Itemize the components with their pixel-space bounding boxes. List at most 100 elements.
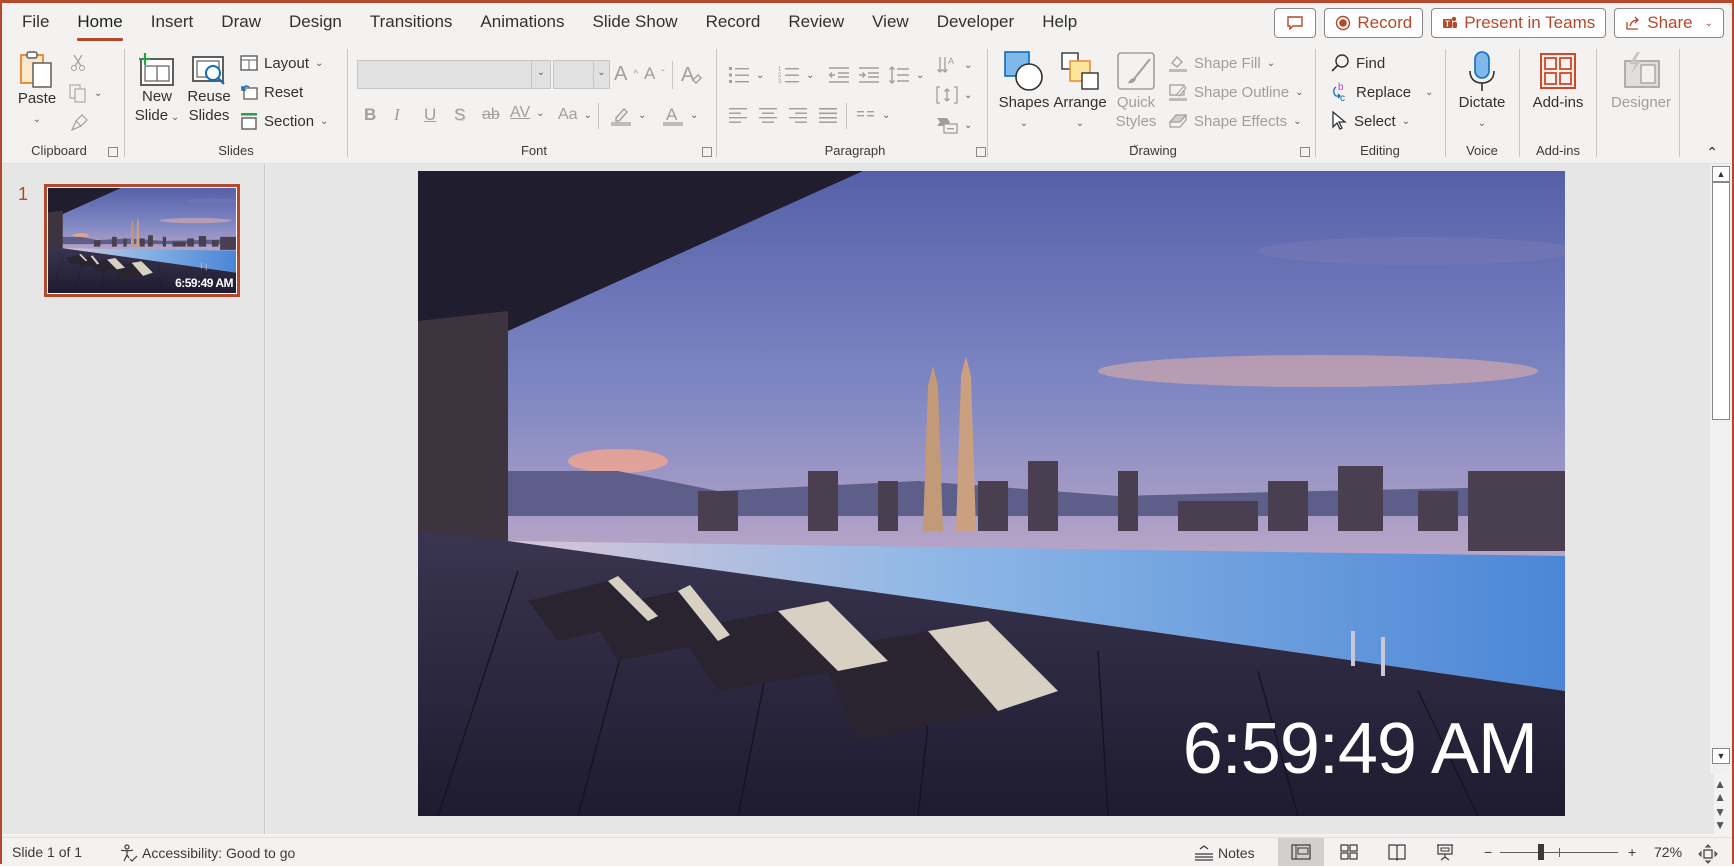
normal-view-button[interactable] bbox=[1278, 838, 1324, 866]
slide-thumbnail[interactable]: 6:59:49 AM bbox=[44, 184, 240, 297]
collapse-ribbon-button[interactable]: ⌃ bbox=[1706, 144, 1718, 161]
bold-button[interactable]: B bbox=[364, 103, 376, 127]
tab-developer[interactable]: Developer bbox=[923, 3, 1029, 43]
new-slide-button[interactable]: New Slide ⌄ bbox=[134, 53, 180, 127]
tab-record[interactable]: Record bbox=[692, 3, 775, 43]
italic-button[interactable]: I bbox=[394, 103, 400, 127]
vertical-scrollbar[interactable]: ▲ ▼ bbox=[1710, 164, 1730, 774]
scroll-up-button[interactable]: ▲ bbox=[1712, 166, 1730, 182]
fit-slide-button[interactable] bbox=[1698, 844, 1718, 864]
zoom-out-button[interactable]: − bbox=[1484, 844, 1492, 860]
designer-button[interactable]: Designer bbox=[1604, 49, 1678, 112]
highlight-color-button[interactable]: ⌄ bbox=[610, 103, 646, 127]
tab-view[interactable]: View bbox=[858, 3, 923, 43]
zoom-level[interactable]: 72% bbox=[1654, 844, 1682, 860]
dictate-button[interactable]: Dictate ⌄ bbox=[1453, 49, 1511, 133]
character-spacing-button[interactable]: AV ⌄ bbox=[510, 101, 545, 125]
find-button[interactable]: Find bbox=[1330, 51, 1385, 75]
convert-to-smartart-button[interactable]: ⌄ bbox=[936, 113, 972, 137]
tab-draw[interactable]: Draw bbox=[207, 3, 275, 43]
tab-help[interactable]: Help bbox=[1028, 3, 1091, 43]
tab-home[interactable]: Home bbox=[63, 3, 136, 43]
decrease-font-size-button[interactable]: Aˇ bbox=[644, 62, 665, 86]
next-slide-icon[interactable]: ▼ ▼ bbox=[1714, 806, 1726, 832]
scroll-down-button[interactable]: ▼ bbox=[1712, 748, 1730, 764]
align-center-button[interactable] bbox=[758, 103, 778, 127]
columns-button[interactable]: ⌄ bbox=[856, 103, 890, 127]
justify-icon bbox=[819, 108, 837, 123]
slide-show-view-button[interactable] bbox=[1422, 838, 1468, 866]
strikethrough-button[interactable]: ab bbox=[482, 103, 500, 127]
tab-insert[interactable]: Insert bbox=[137, 3, 208, 43]
shape-effects-button[interactable]: Shape Effects ⌄ bbox=[1168, 109, 1302, 133]
slide-time-text[interactable]: 6:59:49 AM bbox=[1183, 708, 1538, 790]
font-size-combobox[interactable]: ⌄ bbox=[553, 60, 610, 89]
tab-file[interactable]: File bbox=[2, 3, 63, 43]
font-dialog-launcher[interactable] bbox=[702, 147, 712, 157]
increase-indent-button[interactable] bbox=[858, 63, 880, 87]
text-shadow-button[interactable]: S bbox=[454, 103, 465, 127]
format-painter-button[interactable] bbox=[70, 111, 90, 135]
slide-sorter-view-button[interactable] bbox=[1326, 838, 1372, 866]
section-button[interactable]: Section ⌄ bbox=[240, 109, 328, 133]
zoom-slider[interactable] bbox=[1500, 838, 1620, 866]
zoom-in-button[interactable]: + bbox=[1628, 844, 1636, 860]
align-right-button[interactable] bbox=[788, 103, 808, 127]
shape-outline-button[interactable]: Shape Outline ⌄ bbox=[1168, 80, 1303, 104]
highlight-chevron-icon: ⌄ bbox=[638, 109, 647, 121]
tab-slide-show[interactable]: Slide Show bbox=[579, 3, 692, 43]
increase-font-size-button[interactable]: A ^ bbox=[614, 62, 638, 86]
reuse-slides-button[interactable]: Reuse Slides bbox=[186, 53, 232, 125]
slide-1[interactable]: 6:59:49 AM bbox=[418, 171, 1565, 816]
justify-button[interactable] bbox=[818, 103, 838, 127]
comments-button[interactable] bbox=[1274, 8, 1317, 38]
addins-button[interactable]: Add-ins bbox=[1527, 49, 1589, 112]
font-name-chevron-icon[interactable]: ⌄ bbox=[531, 61, 550, 88]
reset-button[interactable]: Reset bbox=[240, 80, 303, 104]
accessibility-status[interactable]: Accessibility: Good to go bbox=[120, 844, 295, 862]
notes-button[interactable]: Notes bbox=[1194, 844, 1255, 862]
tab-design[interactable]: Design bbox=[275, 3, 356, 43]
text-direction-button[interactable]: A ⌄ bbox=[936, 53, 972, 77]
align-text-button[interactable]: ⌄ bbox=[936, 83, 972, 107]
layout-button[interactable]: Layout ⌄ bbox=[240, 51, 323, 75]
change-case-button[interactable]: Aa ⌄ bbox=[558, 103, 592, 127]
tab-transitions[interactable]: Transitions bbox=[356, 3, 467, 43]
paragraph-dialog-launcher[interactable] bbox=[976, 147, 986, 157]
bullets-button[interactable]: ⌄ bbox=[728, 63, 764, 87]
quick-styles-button[interactable]: Quick Styles ⌄ bbox=[1110, 49, 1162, 154]
font-name-combobox[interactable]: ⌄ bbox=[357, 60, 551, 89]
previous-slide-icon[interactable]: ▲ ▲ bbox=[1714, 778, 1726, 804]
share-button[interactable]: Share ⌄ bbox=[1614, 8, 1724, 38]
font-size-chevron-icon[interactable]: ⌄ bbox=[593, 61, 609, 88]
reading-view-button[interactable] bbox=[1374, 838, 1420, 866]
editing-group: Find bc Replace ⌄ Select ⌄ Editing bbox=[1320, 47, 1440, 161]
record-button[interactable]: Record bbox=[1324, 8, 1424, 38]
drawing-dialog-launcher[interactable] bbox=[1300, 147, 1310, 157]
underline-button[interactable]: U bbox=[424, 103, 436, 127]
clipboard-dialog-launcher[interactable] bbox=[108, 147, 118, 157]
copy-button[interactable]: ⌄ bbox=[68, 81, 102, 105]
clear-formatting-button[interactable]: A bbox=[680, 62, 704, 86]
decrease-indent-button[interactable] bbox=[828, 63, 850, 87]
scrollbar-thumb[interactable] bbox=[1712, 182, 1730, 420]
share-chevron-icon[interactable]: ⌄ bbox=[1705, 18, 1713, 29]
zoom-slider-thumb[interactable] bbox=[1537, 844, 1544, 860]
select-button[interactable]: Select ⌄ bbox=[1330, 109, 1410, 133]
tab-review[interactable]: Review bbox=[774, 3, 858, 43]
arrange-label: Arrange bbox=[1053, 94, 1107, 111]
cut-button[interactable] bbox=[70, 51, 86, 75]
font-color-button[interactable]: A ⌄ bbox=[662, 103, 698, 127]
group-separator bbox=[1315, 49, 1316, 157]
shape-fill-button[interactable]: Shape Fill ⌄ bbox=[1168, 51, 1275, 75]
tab-animations[interactable]: Animations bbox=[466, 3, 578, 43]
numbering-button[interactable]: 123 ⌄ bbox=[778, 63, 814, 87]
line-spacing-button[interactable]: ⌄ bbox=[888, 63, 924, 87]
align-left-button[interactable] bbox=[728, 103, 748, 127]
arrange-button[interactable]: Arrange ⌄ bbox=[1052, 49, 1108, 133]
present-in-teams-button[interactable]: T Present in Teams bbox=[1431, 8, 1607, 38]
shape-effects-label: Shape Effects bbox=[1194, 112, 1288, 130]
paste-button[interactable]: Paste ⌄ bbox=[14, 49, 60, 129]
shapes-button[interactable]: Shapes ⌄ bbox=[998, 49, 1050, 133]
replace-button[interactable]: bc Replace ⌄ bbox=[1330, 80, 1433, 104]
